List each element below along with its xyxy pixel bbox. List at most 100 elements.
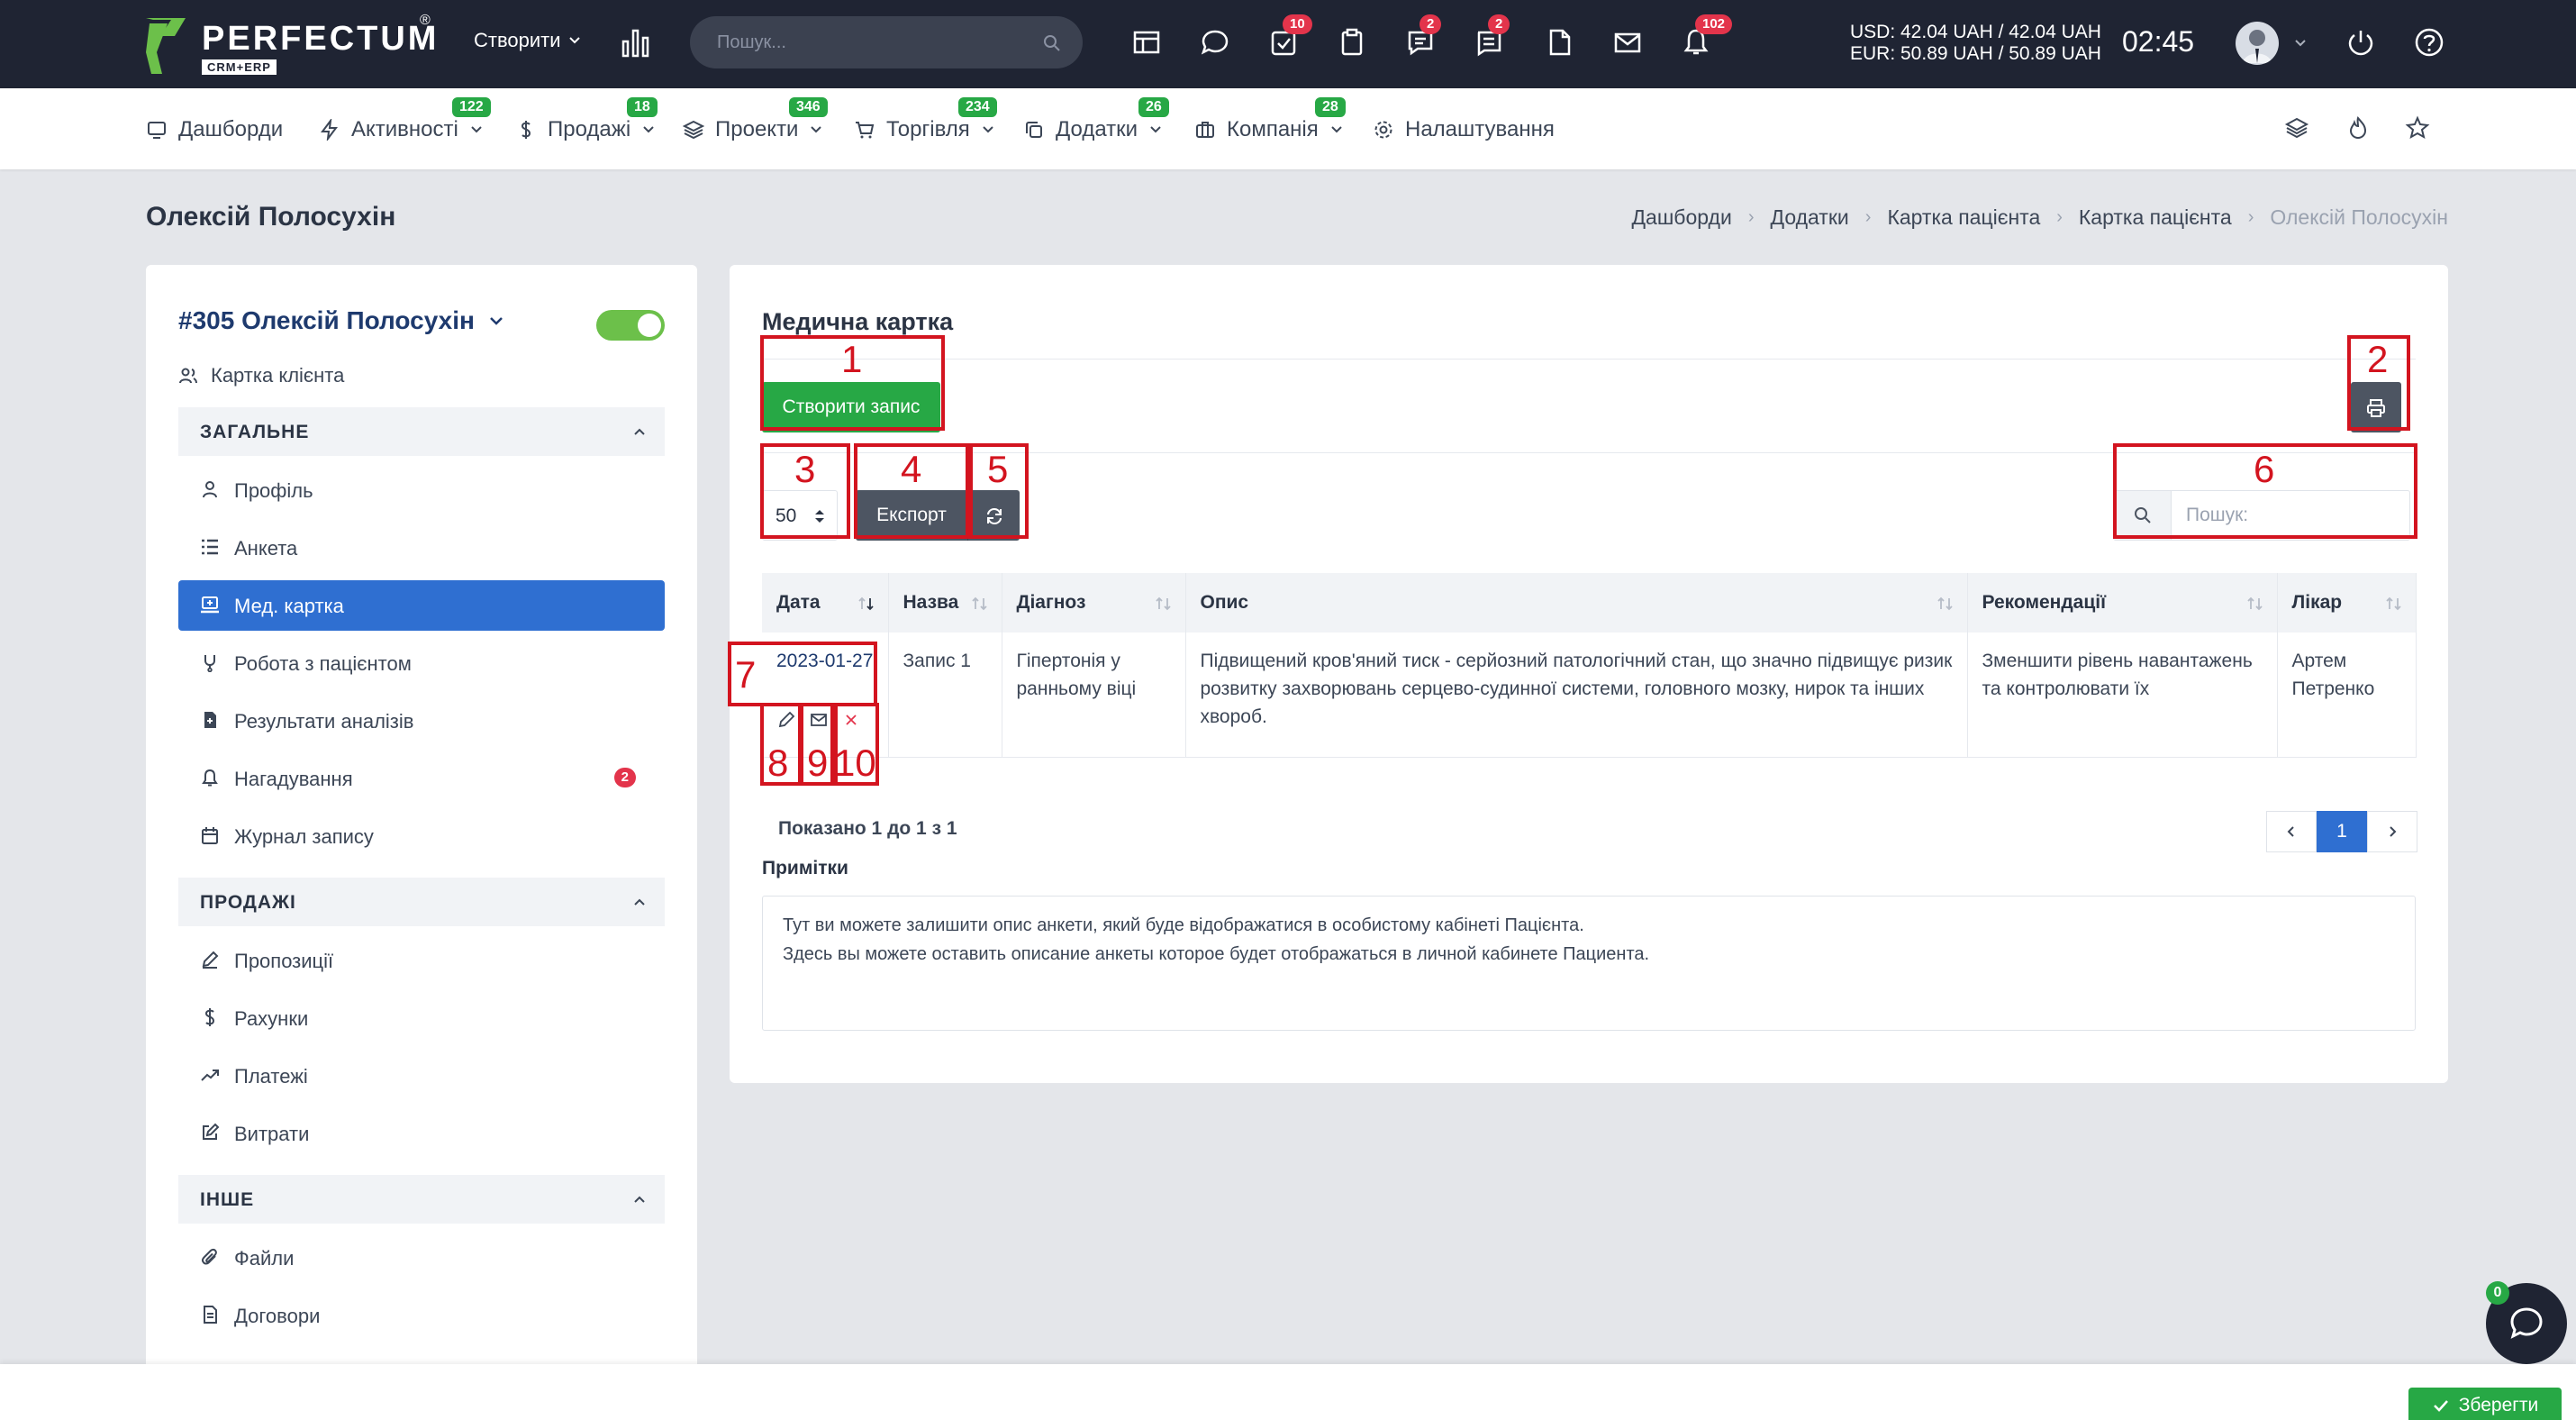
mail-icon[interactable]	[1610, 25, 1645, 59]
column-header-recommendations[interactable]: Рекомендації	[1967, 573, 2278, 633]
sidebar-item-reminders[interactable]: Нагадування 2	[178, 753, 665, 804]
menu-sales[interactable]: Продажі 18	[515, 97, 658, 142]
sidebar-item-label: Робота з пацієнтом	[234, 652, 412, 675]
sidebar-item-record-log[interactable]: Журнал запису	[178, 811, 665, 861]
sidebar-item-questionnaire[interactable]: Анкета	[178, 523, 665, 573]
mail-icon[interactable]	[809, 710, 829, 730]
sidebar-item-invoices[interactable]: Рахунки	[178, 993, 665, 1043]
table-search-input[interactable]	[2186, 491, 2402, 540]
sidebar-item-med-card[interactable]: Мед. картка	[178, 580, 665, 631]
layers-icon[interactable]	[2284, 115, 2309, 141]
pagination-page[interactable]: 1	[2317, 811, 2367, 852]
create-dropdown[interactable]: Створити	[474, 29, 581, 52]
bar-chart-icon[interactable]	[621, 27, 650, 58]
sidebar-item-payments[interactable]: Платежі	[178, 1051, 665, 1101]
menu-trade[interactable]: Торгівля 234	[854, 97, 997, 142]
page-length-select[interactable]: 50	[762, 490, 838, 541]
column-header-doctor[interactable]: Лікар	[2277, 573, 2417, 633]
menu-activities[interactable]: Активності 122	[319, 97, 491, 142]
sidebar-item-profile[interactable]: Профіль	[178, 465, 665, 515]
pencil-icon	[200, 950, 220, 969]
edit-icon[interactable]	[776, 710, 796, 730]
global-search-input[interactable]	[717, 16, 1023, 68]
breadcrumb-item[interactable]: Картка пацієнта	[2079, 205, 2232, 230]
column-header-description[interactable]: Опис	[1185, 573, 1968, 633]
menu-settings[interactable]: Налаштування	[1373, 117, 1555, 142]
top-navbar: PERFECTUM ® CRM+ERP Створити 10 2 2	[0, 0, 2576, 88]
sidebar-item-expenses[interactable]: Витрати	[178, 1108, 665, 1159]
clipboard-icon[interactable]	[1335, 25, 1369, 59]
menu-dashboards[interactable]: Дашборди	[146, 117, 283, 142]
section-sales-header[interactable]: ПРОДАЖІ	[178, 878, 665, 926]
column-header-label: Опис	[1200, 592, 1249, 613]
annotation-number: 1	[841, 338, 863, 380]
client-title-dropdown[interactable]: #305 Олексій Полосухін	[178, 306, 505, 335]
sidebar-item-analysis-results[interactable]: Результати аналізів	[178, 696, 665, 746]
sidebar-item-label: Договори	[234, 1305, 321, 1327]
menu-addons[interactable]: Додатки 26	[1023, 97, 1169, 142]
edit-square-icon	[200, 1123, 220, 1142]
flame-icon[interactable]	[2345, 115, 2371, 141]
section-general-header[interactable]: ЗАГАЛЬНЕ	[178, 407, 665, 456]
column-header-name[interactable]: Назва	[888, 573, 1002, 633]
table-search[interactable]	[2113, 490, 2410, 541]
breadcrumb-item[interactable]: Дашборди	[1631, 205, 1731, 230]
sidebar-item-files[interactable]: Файли	[178, 1233, 665, 1283]
reminders-badge: 2	[613, 768, 636, 787]
delete-icon[interactable]	[841, 710, 861, 730]
create-record-button[interactable]: Створити запис	[762, 382, 940, 432]
menu-addons-badge: 26	[1138, 97, 1169, 117]
export-button[interactable]: Експорт	[856, 490, 967, 541]
search-addon	[2114, 491, 2172, 540]
breadcrumb-item[interactable]: Додатки	[1770, 205, 1848, 230]
power-icon[interactable]	[2344, 25, 2378, 59]
pagination-next[interactable]	[2367, 811, 2417, 852]
chat-bubble-icon[interactable]	[1198, 25, 1232, 59]
menu-projects[interactable]: Проекти 346	[683, 97, 828, 142]
client-card-link[interactable]: Картка клієнта	[178, 364, 344, 387]
column-header-diagnosis[interactable]: Діагноз	[1002, 573, 1186, 633]
breadcrumb-current: Олексій Полосухін	[2270, 205, 2448, 229]
column-header-date[interactable]: Дата	[762, 573, 889, 633]
chevron-down-icon	[490, 317, 503, 325]
print-button[interactable]	[2351, 382, 2401, 432]
breadcrumb-item[interactable]: Картка пацієнта	[1887, 205, 2040, 230]
menu-company-label: Компанія	[1227, 117, 1319, 141]
messages-list-icon[interactable]: 2	[1472, 14, 1510, 59]
client-active-toggle[interactable]	[596, 310, 665, 341]
sidebar-item-contracts[interactable]: Договори	[178, 1290, 665, 1341]
star-icon[interactable]	[2405, 115, 2430, 141]
chat-badge: 2	[1420, 14, 1442, 34]
chevron-down-icon[interactable]	[2293, 36, 2308, 50]
menu-company[interactable]: Компанія 28	[1194, 97, 1346, 142]
file-icon[interactable]	[1542, 25, 1576, 59]
user-avatar[interactable]	[2236, 22, 2279, 65]
sidebar-item-label: Платежі	[234, 1065, 308, 1088]
tasks-check-icon[interactable]: 10	[1266, 14, 1312, 59]
save-button[interactable]: Зберегти	[2408, 1388, 2562, 1420]
sort-icon	[1937, 596, 1953, 611]
brand-subtitle: CRM+ERP	[202, 59, 277, 75]
column-header-label: Лікар	[2291, 592, 2343, 613]
messages-badge: 2	[1488, 14, 1510, 34]
help-icon[interactable]	[2412, 25, 2446, 59]
sidebar-item-patient-work[interactable]: Робота з пацієнтом	[178, 638, 665, 688]
annotation-number: 9	[807, 742, 829, 784]
chevron-left-icon	[2287, 826, 2294, 837]
menu-settings-label: Налаштування	[1405, 117, 1555, 141]
client-title-text: #305 Олексій Полосухін	[178, 306, 475, 334]
calendar-grid-icon[interactable]	[1129, 25, 1164, 59]
chat-messages-icon[interactable]: 2	[1403, 14, 1442, 59]
brand-logo[interactable]: PERFECTUM ® CRM+ERP	[144, 13, 450, 76]
pagination-prev[interactable]	[2266, 811, 2317, 852]
bell-icon[interactable]: 102	[1679, 14, 1733, 59]
row-actions	[776, 710, 861, 730]
sidebar-item-proposals[interactable]: Пропозиції	[178, 935, 665, 986]
record-date-link[interactable]: 2023-01-27	[776, 651, 873, 671]
annotation-number: 8	[767, 742, 789, 784]
stethoscope-icon	[200, 652, 220, 673]
section-other-header[interactable]: ІНШЕ	[178, 1175, 665, 1224]
refresh-button[interactable]	[967, 490, 1020, 541]
global-search[interactable]	[690, 16, 1083, 68]
notes-textarea[interactable]: Тут ви можете залишити опис анкети, який…	[762, 896, 2416, 1031]
